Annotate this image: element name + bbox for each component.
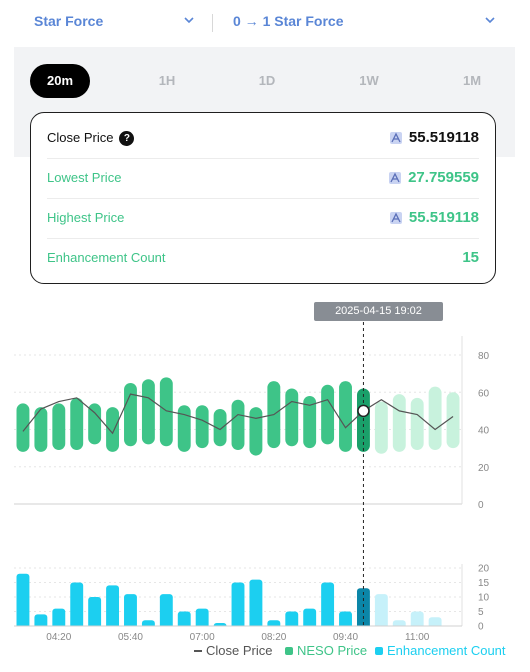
neso-price-bar — [249, 407, 263, 456]
legend-green-swatch — [285, 646, 293, 655]
neso-price-bar — [70, 397, 84, 450]
neso-price-bar — [124, 382, 137, 447]
top-selector-bar: Star Force 0 → 1 Star Force — [0, 0, 530, 46]
highest-price-label: Highest Price — [47, 210, 125, 225]
help-icon[interactable]: ? — [119, 131, 135, 146]
count-axis-tick: 0 — [478, 622, 484, 633]
selector-divider — [212, 14, 213, 32]
x-axis-tick: 08:20 — [261, 632, 286, 640]
crosshair-point — [357, 404, 370, 418]
count-axis-tick: 15 — [478, 578, 490, 589]
neso-coin-icon — [389, 171, 402, 184]
neso-price-bar — [285, 388, 299, 447]
legend-enhancement-count[interactable]: Enhancement Count — [375, 643, 506, 658]
count-axis-tick: 20 — [478, 564, 490, 575]
enhancement-count-label: Enhancement Count — [47, 250, 166, 265]
x-axis-tick: 07:00 — [190, 632, 215, 640]
neso-price-bar — [392, 394, 406, 452]
category-dropdown-label[interactable]: Star Force — [34, 13, 103, 29]
close-price-label: Close Price — [47, 130, 114, 145]
price-axis-tick: 80 — [478, 351, 490, 362]
enhancement-count-bar — [159, 594, 173, 630]
close-price-row: Close Price? 55.519118 — [47, 119, 479, 159]
x-axis-tick: 04:20 — [46, 632, 71, 640]
tab-1d[interactable]: 1D — [242, 64, 292, 98]
tab-1w[interactable]: 1W — [344, 64, 394, 98]
chart-legend: Close Price NESO Price Enhancement Count — [0, 641, 522, 661]
enhancement-count-bar — [106, 585, 120, 630]
count-baseline-mask — [0, 626, 470, 630]
tab-20m[interactable]: 20m — [30, 64, 90, 98]
enhancement-count-value: 15 — [462, 249, 479, 266]
x-axis-tick: 09:40 — [333, 632, 358, 640]
enhancement-count-bar — [374, 594, 388, 630]
price-chart[interactable]: 0 20 40 60 80 0 5 10 15 20 04:20 05:40 07:00 08:20 09:… — [0, 322, 530, 640]
enhancement-count-bar — [321, 582, 335, 630]
chevron-down-icon[interactable] — [483, 13, 499, 29]
neso-price-bar — [410, 397, 424, 450]
legend-close-price[interactable]: Close Price — [194, 643, 272, 658]
close-price-value: 55.519118 — [408, 129, 479, 146]
enhancement-count-bar — [249, 579, 263, 630]
price-info-card: Close Price? 55.519118 Lowest Price 27.7… — [30, 112, 496, 284]
highest-price-value: 55.519118 — [408, 209, 479, 226]
price-axis-tick: 40 — [478, 426, 490, 437]
neso-price-bar — [374, 401, 388, 454]
tab-1m[interactable]: 1M — [447, 64, 497, 98]
neso-price-bar — [52, 403, 66, 450]
neso-price-bar — [141, 379, 155, 445]
neso-price-bar — [321, 384, 335, 445]
crosshair-time-tooltip: 2025-04-15 19:02 — [314, 302, 443, 321]
lowest-price-row: Lowest Price 27.759559 — [47, 159, 479, 199]
neso-price-bar — [428, 386, 442, 450]
neso-price-bar — [195, 405, 209, 449]
price-axis-tick: 0 — [478, 500, 484, 511]
neso-price-bar — [16, 403, 30, 452]
lowest-price-value: 27.759559 — [408, 169, 479, 186]
chevron-down-icon[interactable] — [182, 13, 198, 29]
price-axis-tick: 20 — [478, 463, 490, 474]
enhancement-count-row: Enhancement Count 15 — [47, 239, 479, 278]
neso-coin-icon — [389, 211, 402, 224]
legend-cyan-swatch — [375, 646, 383, 655]
item-dropdown-label[interactable]: 0 → 1 Star Force — [233, 13, 344, 29]
neso-price-bar — [339, 381, 352, 452]
enhancement-count-bar — [124, 594, 137, 630]
enhancement-count-bar — [16, 573, 30, 630]
legend-neso-price[interactable]: NESO Price — [285, 643, 367, 658]
neso-coin-icon — [389, 131, 402, 144]
legend-line-swatch — [194, 649, 202, 652]
enhancement-count-bar — [231, 582, 245, 630]
count-axis-tick: 5 — [478, 607, 484, 618]
neso-price-bar — [231, 399, 245, 450]
count-axis-tick: 10 — [478, 593, 490, 604]
price-axis-tick: 60 — [478, 388, 490, 399]
x-axis-tick: 11:00 — [405, 632, 430, 640]
x-axis-tick: 05:40 — [118, 632, 143, 640]
lowest-price-label: Lowest Price — [47, 170, 122, 185]
tab-1h[interactable]: 1H — [142, 64, 192, 98]
enhancement-count-bar — [88, 597, 102, 630]
enhancement-count-bar — [70, 582, 84, 630]
neso-price-bar — [106, 407, 120, 452]
neso-price-bar — [177, 405, 191, 452]
highest-price-row: Highest Price 55.519118 — [47, 199, 479, 239]
